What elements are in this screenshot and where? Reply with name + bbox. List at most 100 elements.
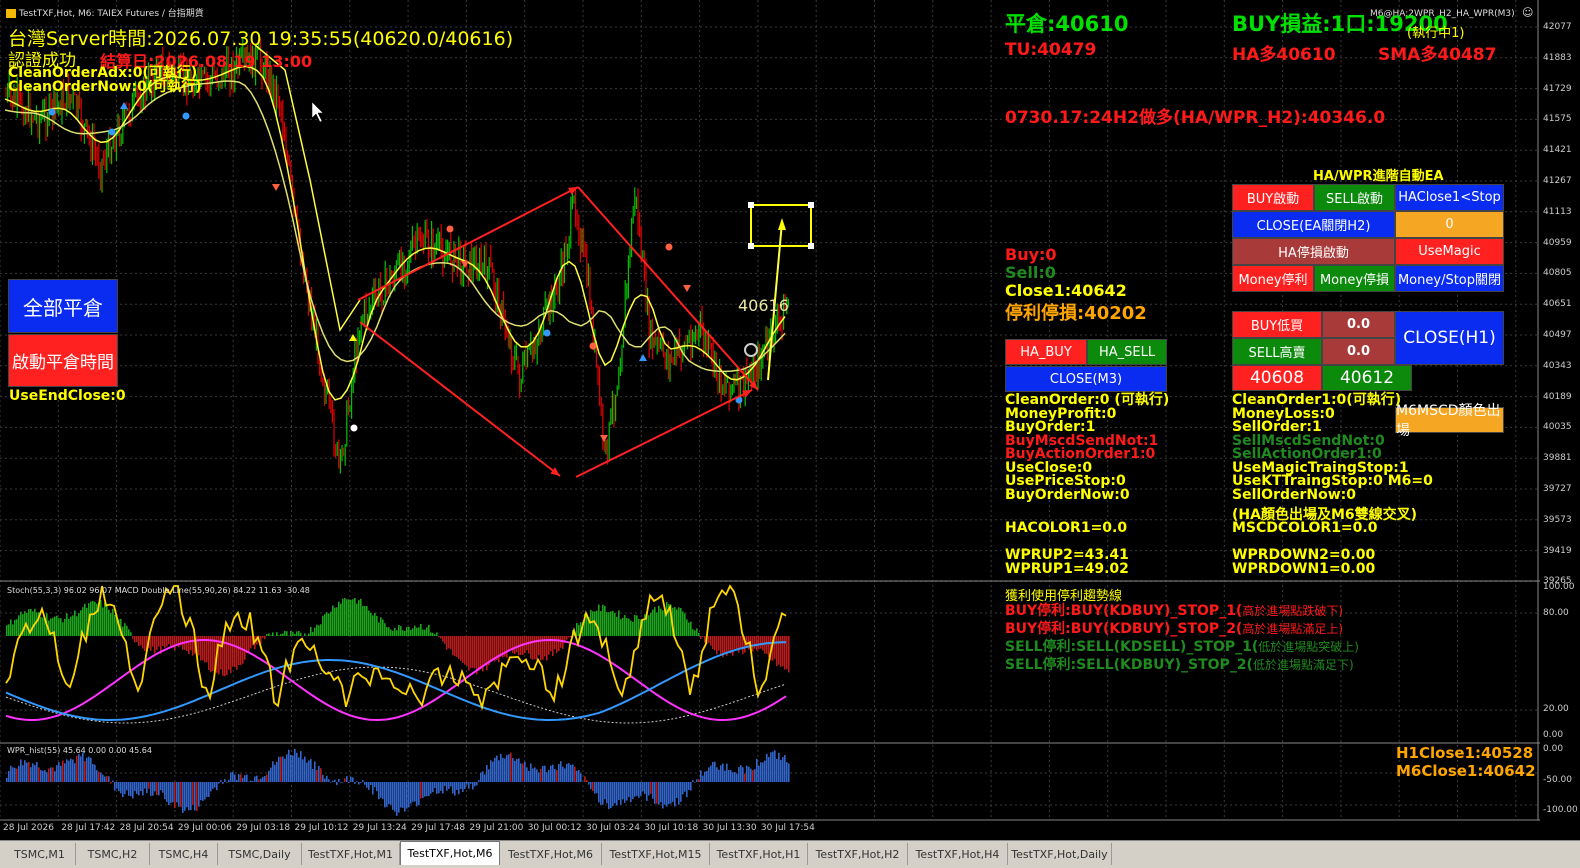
macd-bar xyxy=(94,602,96,636)
wpr-bar xyxy=(418,782,420,805)
wpr-bar xyxy=(80,756,82,782)
wpr-bar xyxy=(404,782,406,812)
wpr-bar xyxy=(740,765,742,782)
buy-low-button[interactable]: BUY低買 xyxy=(1232,311,1322,338)
wpr-bar xyxy=(274,765,276,782)
macd-bar xyxy=(530,636,532,659)
wpr-bar xyxy=(348,782,350,783)
macd-bar xyxy=(548,636,550,655)
close-m3-button[interactable]: CLOSE(M3) xyxy=(1005,366,1167,392)
close-h1-button[interactable]: CLOSE(H1) xyxy=(1395,311,1504,365)
macd-bar xyxy=(262,636,264,638)
projection-arrow xyxy=(778,218,786,230)
time-tick: 30 Jul 03:24 xyxy=(586,823,640,833)
wpr-bar xyxy=(22,765,24,782)
close-ea-value[interactable]: 0 xyxy=(1395,211,1504,238)
chart-tab[interactable]: TestTXF,Hot,M6 xyxy=(400,841,500,865)
close-ea-button[interactable]: CLOSE(EA關閉H2) xyxy=(1232,211,1395,238)
ha-close-stop-button[interactable]: HAClose1<Stop xyxy=(1395,184,1504,211)
chart-tab[interactable]: TestTXF,Hot,M1 xyxy=(302,843,400,865)
price-tick: 40959 xyxy=(1543,238,1572,248)
ha-stoploss-button[interactable]: HA停損啟動 xyxy=(1232,238,1395,265)
wpr-bar xyxy=(186,782,188,807)
wpr-bar xyxy=(776,759,778,782)
signal-dot xyxy=(49,109,56,116)
mscdcolor: MSCDCOLOR1=0.0 xyxy=(1232,521,1377,535)
wpr-bar xyxy=(364,782,366,785)
wpr-bar xyxy=(50,767,52,782)
chart-tab[interactable]: TestTXF,Hot,H1 xyxy=(710,843,808,865)
macd-bar xyxy=(68,619,70,636)
wpr-bar xyxy=(142,782,144,796)
money-profit-button[interactable]: Money停利 xyxy=(1232,265,1314,292)
wpr-bar xyxy=(588,782,590,785)
macd-bar xyxy=(188,636,190,654)
stoch-tick: 80.00 xyxy=(1543,608,1569,618)
price-b-button[interactable]: 40612 xyxy=(1322,365,1412,391)
macd-bar xyxy=(458,636,460,659)
chart-tab[interactable]: TestTXF,Hot,M15 xyxy=(602,843,710,865)
chart-tab[interactable]: TSMC,M1 xyxy=(4,843,76,865)
wpr-bar xyxy=(748,767,750,782)
sell-high-button[interactable]: SELL高賣 xyxy=(1232,338,1322,365)
m6-close: M6Close1:40642 xyxy=(1396,762,1536,780)
wpr-bar xyxy=(660,782,662,802)
sell-count: Sell:0 xyxy=(1005,263,1056,282)
wpr-bar xyxy=(54,771,56,782)
chart-tab[interactable]: TestTXF,Hot,M6 xyxy=(500,843,602,865)
wpr-bar xyxy=(52,767,54,782)
chart-tab[interactable]: TestTXF,Hot,H4 xyxy=(908,843,1008,865)
ha-buy-button[interactable]: HA_BUY xyxy=(1005,339,1087,365)
macd-bar xyxy=(334,608,336,636)
macd-bar xyxy=(718,636,720,651)
macd-bar xyxy=(394,628,396,636)
chart-tab[interactable]: TSMC,H4 xyxy=(150,843,218,865)
use-magic-button[interactable]: UseMagic xyxy=(1395,238,1504,265)
trend-lines xyxy=(358,187,758,477)
sell-high-value[interactable]: 0.0 xyxy=(1322,338,1395,365)
wpr-bar xyxy=(384,782,386,807)
money-stop-button[interactable]: Money停損 xyxy=(1314,265,1395,292)
macd-bar xyxy=(110,613,112,636)
wpr-bar xyxy=(546,772,548,782)
wpr-bar xyxy=(412,782,414,802)
wpr-bar xyxy=(734,772,736,782)
wpr-bar xyxy=(754,769,756,782)
macd-bar xyxy=(198,636,200,655)
chart-tab[interactable]: TSMC,Daily xyxy=(218,843,302,865)
ha-sell-button[interactable]: HA_SELL xyxy=(1087,339,1167,365)
wpr-bar xyxy=(704,772,706,782)
price-tick: 39573 xyxy=(1543,515,1572,525)
wpr-bar xyxy=(700,770,702,782)
chart-tab[interactable]: TestTXF,Hot,H2 xyxy=(808,843,908,865)
chart-tab[interactable]: TestTXF,Hot,Daily xyxy=(1008,843,1112,865)
buy-start-button[interactable]: BUY啟動 xyxy=(1232,184,1314,211)
wpr-bar xyxy=(188,782,190,810)
wpr-bar xyxy=(416,782,418,806)
wpr-bar xyxy=(140,782,142,791)
wpr-bar xyxy=(656,782,658,804)
macd-bar xyxy=(544,636,546,656)
wpr-bar xyxy=(302,759,304,782)
wpr-bar xyxy=(698,779,700,782)
macd-bar xyxy=(76,616,78,636)
wpr-bar xyxy=(284,759,286,782)
buy-low-value[interactable]: 0.0 xyxy=(1322,311,1395,338)
close-all-button[interactable]: 全部平倉 xyxy=(8,279,118,333)
chart-tab[interactable]: TSMC,H2 xyxy=(76,843,150,865)
wpr-bar xyxy=(6,778,8,782)
macd-bar xyxy=(348,599,350,636)
time-tick: 29 Jul 10:12 xyxy=(295,823,349,833)
close-time-button[interactable]: 啟動平倉時間 xyxy=(8,334,118,387)
price-a-button[interactable]: 40608 xyxy=(1232,365,1322,391)
macd-bar xyxy=(124,623,126,636)
money-stop-close-button[interactable]: Money/Stop關閉 xyxy=(1395,265,1504,292)
macd-bar xyxy=(156,636,158,650)
macd-bar xyxy=(324,614,326,636)
macd-bar xyxy=(684,613,686,636)
wpr-bar xyxy=(74,763,76,782)
macd-bar xyxy=(192,636,194,656)
macd-bar xyxy=(36,612,38,636)
wpr-bar xyxy=(496,756,498,782)
sell-start-button[interactable]: SELL啟動 xyxy=(1314,184,1395,211)
